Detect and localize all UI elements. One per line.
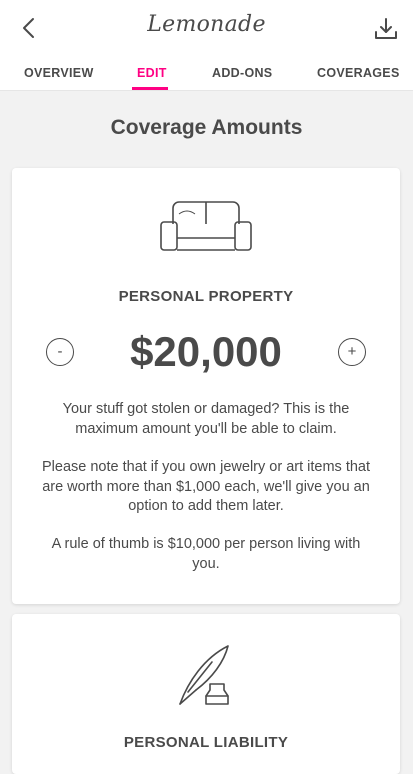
tab-edit[interactable]: EDIT [137,66,167,80]
coverage-title: PERSONAL PROPERTY [118,288,294,305]
tab-add-ons[interactable]: ADD-ONS [212,66,272,80]
active-tab-indicator [132,87,168,90]
increase-button[interactable]: + [338,338,366,366]
coverage-card-personal-property: PERSONAL PROPERTY - $20,000 + Your stuff… [12,168,400,604]
download-icon [375,18,397,39]
section-title: Coverage Amounts [110,116,303,139]
coverage-card-personal-liability: PERSONAL LIABILITY [12,614,400,774]
app-logo: Lemonade [147,12,266,37]
quill-ink-icon [12,642,400,713]
download-button[interactable] [373,16,399,42]
tab-bar: OVERVIEW EDIT ADD-ONS COVERAGES [0,60,413,90]
tab-coverages[interactable]: COVERAGES [317,66,400,80]
coverage-title: PERSONAL LIABILITY [123,734,289,751]
top-bar: Lemonade OVERVIEW EDIT ADD-ONS COVERAGES [0,0,413,90]
sofa-icon [12,198,400,259]
coverage-description: Your stuff got stolen or damaged? This i… [62,401,350,437]
tab-overview[interactable]: OVERVIEW [24,66,94,80]
coverage-tip: A rule of thumb is $10,000 per person li… [51,536,361,572]
coverage-note: Please note that if you own jewelry or a… [41,459,371,514]
